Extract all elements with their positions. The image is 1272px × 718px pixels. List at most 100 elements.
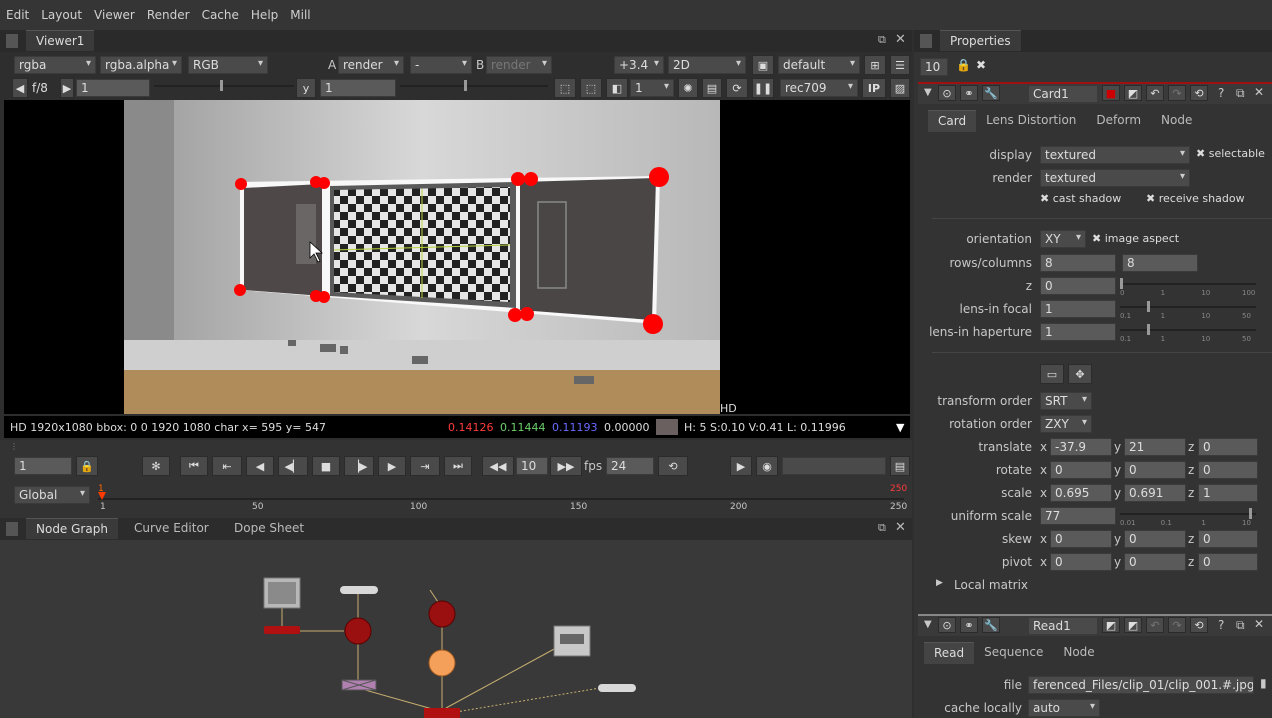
timeline-ruler[interactable]: 1 250 1 50 100 150 200 250 [94, 480, 908, 516]
ip-button[interactable]: IP [862, 78, 886, 98]
camera-link-icon[interactable]: ⚭ [960, 85, 978, 101]
play-backward-icon[interactable]: ◀▏ [278, 456, 308, 476]
close-node-icon[interactable]: ✕ [1254, 617, 1264, 631]
slider-track[interactable] [1120, 513, 1256, 515]
z-field[interactable]: 0 [1040, 277, 1116, 295]
float-icon[interactable]: ⧉ [1236, 618, 1245, 633]
step-back-icon[interactable]: ◀◀ [482, 456, 514, 476]
prev-frame-icon[interactable]: ◀ [246, 456, 274, 476]
skew-y-field[interactable]: 0 [1124, 530, 1186, 548]
collapse-icon[interactable]: ▼ [924, 87, 932, 98]
rotate-x-field[interactable]: 0 [1050, 461, 1112, 479]
timeline-menu-icon[interactable]: ▤ [890, 456, 910, 476]
view-mode-dropdown[interactable]: 2D [668, 56, 746, 74]
scale-x-field[interactable]: 0.695 [1050, 484, 1112, 502]
slider-handle[interactable] [1249, 508, 1252, 519]
receive-shadow-checkbox[interactable]: ✖ receive shadow [1146, 192, 1245, 205]
pin-icon[interactable]: 🔒 [956, 58, 971, 72]
lens-focal-slider[interactable]: 0.1 1 10 50 [1120, 301, 1256, 320]
prev-keyframe-icon[interactable]: ⇤ [212, 456, 242, 476]
current-frame-field[interactable]: 1 [14, 457, 72, 475]
camera-link-icon[interactable]: ⚭ [960, 617, 978, 633]
close-icon[interactable]: ✕ [895, 520, 906, 535]
pivot-z-field[interactable]: 0 [1198, 553, 1258, 571]
alpha-dropdown[interactable]: rgba.alpha [100, 56, 182, 74]
tab-dope-sheet[interactable]: Dope Sheet [224, 518, 314, 538]
tab-node[interactable]: Node [1151, 110, 1202, 132]
stripes-icon[interactable]: ▨ [890, 78, 910, 98]
node-graph-canvas[interactable] [0, 540, 912, 718]
redo-icon[interactable]: ↷ [1168, 85, 1186, 101]
rotate-y-field[interactable]: 0 [1124, 461, 1186, 479]
translate-y-field[interactable]: 21 [1124, 438, 1186, 456]
flipbook-icon[interactable]: ▶ [730, 456, 752, 476]
lock-icon[interactable]: 🔒 [76, 456, 98, 476]
slider-handle[interactable] [1147, 324, 1150, 335]
viewer-canvas[interactable]: HD [4, 100, 910, 415]
axis-handle-icon[interactable]: ✥ [1068, 364, 1092, 384]
columns-field[interactable]: 8 [1122, 254, 1198, 272]
out-point-marker[interactable]: 250 [890, 484, 907, 494]
skew-x-field[interactable]: 0 [1050, 530, 1112, 548]
tab-read[interactable]: Read [924, 642, 975, 664]
help-icon[interactable]: ? [1218, 86, 1224, 100]
play-forward-icon[interactable]: ▕▶ [344, 456, 374, 476]
slider-track[interactable] [1120, 329, 1256, 331]
cache-locally-dropdown[interactable]: auto [1028, 699, 1100, 717]
file-path-field[interactable]: ferenced_Files/clip_01/clip_001.#.jpg [1028, 676, 1254, 694]
snowflake-icon[interactable]: ✻ [142, 456, 170, 476]
centre-icon[interactable]: ⊙ [938, 85, 956, 101]
uniform-scale-slider[interactable]: 0.01 0.1 1 10 [1120, 508, 1256, 527]
next-frame-icon[interactable]: ▶ [378, 456, 406, 476]
settings-icon[interactable]: ☰ [890, 55, 910, 75]
collapse-icon[interactable]: ▼ [924, 619, 932, 630]
sun-icon[interactable]: ✺ [678, 78, 698, 98]
grid-icon[interactable]: ▤ [702, 78, 722, 98]
backdrop-node[interactable] [598, 684, 636, 692]
lut-dropdown[interactable]: default [778, 56, 860, 74]
roi-toggle-icon[interactable]: ⬚ [554, 78, 576, 98]
slider-track[interactable] [1120, 283, 1256, 285]
orientation-dropdown[interactable]: XY [1040, 230, 1086, 248]
undo-icon[interactable]: ↶ [1146, 617, 1164, 633]
card-node-name-field[interactable]: Card1 [1028, 85, 1098, 103]
colorspace-dropdown[interactable]: RGB [188, 56, 268, 74]
menu-layout[interactable]: Layout [35, 8, 88, 22]
status-dropdown-icon[interactable]: ▼ [896, 421, 904, 434]
max-panels-field[interactable]: 10 [920, 58, 948, 76]
fps-field[interactable]: 24 [606, 457, 654, 475]
rotation-order-dropdown[interactable]: ZXY [1040, 415, 1092, 433]
tab-viewer1[interactable]: Viewer1 [26, 30, 95, 51]
menu-render[interactable]: Render [141, 8, 196, 22]
transform-order-dropdown[interactable]: SRT [1040, 392, 1092, 410]
loop-icon[interactable]: ⟲ [658, 456, 688, 476]
gamma-field[interactable]: 1 [320, 79, 396, 97]
lens-focal-field[interactable]: 1 [1040, 300, 1116, 318]
read-node-name-field[interactable]: Read1 [1028, 617, 1098, 635]
stop-icon[interactable]: ■ [312, 456, 340, 476]
gain-field[interactable]: 1 [76, 79, 150, 97]
tab-card[interactable]: Card [928, 110, 977, 132]
camera-icon[interactable]: ▣ [752, 55, 774, 75]
panel-menu-icon[interactable] [6, 522, 18, 536]
safe-area-icon[interactable]: ⬚ [580, 78, 602, 98]
menu-edit[interactable]: Edit [0, 8, 35, 22]
skew-z-field[interactable]: 0 [1198, 530, 1258, 548]
folder-browse-icon[interactable]: ▮ [1260, 676, 1267, 690]
transform-node[interactable] [264, 626, 300, 634]
next-keyframe-icon[interactable]: ⇥ [410, 456, 440, 476]
scale-z-field[interactable]: 1 [1198, 484, 1258, 502]
slider-handle[interactable] [1120, 278, 1123, 289]
rows-field[interactable]: 8 [1040, 254, 1116, 272]
z-slider[interactable]: 0 1 10 100 [1120, 278, 1256, 297]
gamma-slider[interactable] [400, 80, 548, 96]
clear-panels-icon[interactable]: ✖ [976, 58, 986, 72]
refresh-icon[interactable]: ⟳ [726, 78, 748, 98]
slider-handle[interactable] [1147, 301, 1150, 312]
rotate-z-field[interactable]: 0 [1198, 461, 1258, 479]
step-forward-icon[interactable]: ▶▶ [550, 456, 582, 476]
panel-menu-icon[interactable] [920, 34, 932, 48]
menu-viewer[interactable]: Viewer [88, 8, 141, 22]
gain-slider[interactable] [154, 80, 294, 96]
wipe-icon[interactable]: ◧ [606, 78, 628, 98]
